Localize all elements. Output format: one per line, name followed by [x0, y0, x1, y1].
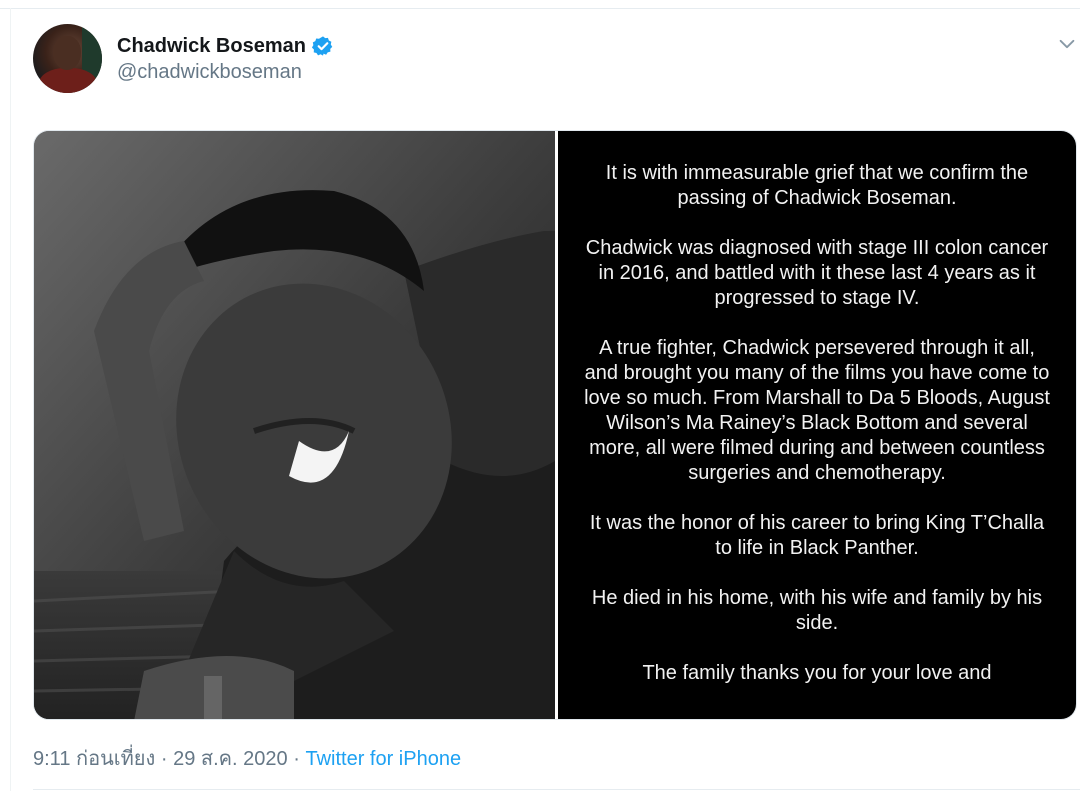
meta-separator: · [293, 748, 300, 770]
tweet-date[interactable]: 29 ส.ค. 2020 [173, 748, 288, 770]
portrait-illustration [34, 131, 555, 719]
statement-paragraph: He died in his home, with his wife and f… [591, 587, 1043, 634]
verified-badge-icon [311, 36, 333, 56]
statement-paragraph: Chadwick was diagnosed with stage III co… [585, 237, 1049, 309]
tweet-detail: Chadwick Boseman @chadwickboseman It is … [0, 0, 1080, 791]
timeline-border [10, 8, 11, 791]
meta-separator: · [160, 748, 168, 770]
author-name-row[interactable]: Chadwick Boseman [117, 33, 334, 59]
statement-paragraph: It is with immeasurable grief that we co… [605, 162, 1029, 209]
portrait-photo[interactable] [34, 131, 555, 719]
bottom-divider [33, 789, 1080, 790]
tweet-metadata: 9:11 ก่อนเที่ยง · 29 ส.ค. 2020 · Twitter… [33, 742, 461, 774]
statement-paragraph: It was the honor of his career to bring … [589, 512, 1045, 559]
handle[interactable]: @chadwickboseman [117, 61, 302, 84]
tweet-source-link[interactable]: Twitter for iPhone [305, 748, 461, 770]
top-divider [0, 8, 1080, 9]
chevron-down-icon[interactable] [1056, 33, 1078, 55]
media-grid: It is with immeasurable grief that we co… [33, 130, 1077, 720]
tweet-time[interactable]: 9:11 ก่อนเที่ยง [33, 748, 155, 770]
statement-paragraph: A true fighter, Chadwick persevered thro… [584, 337, 1050, 484]
statement-paragraph: The family thanks you for your love and [642, 662, 992, 684]
display-name[interactable]: Chadwick Boseman [117, 35, 306, 58]
statement-image[interactable]: It is with immeasurable grief that we co… [558, 131, 1076, 719]
avatar[interactable] [33, 24, 102, 93]
